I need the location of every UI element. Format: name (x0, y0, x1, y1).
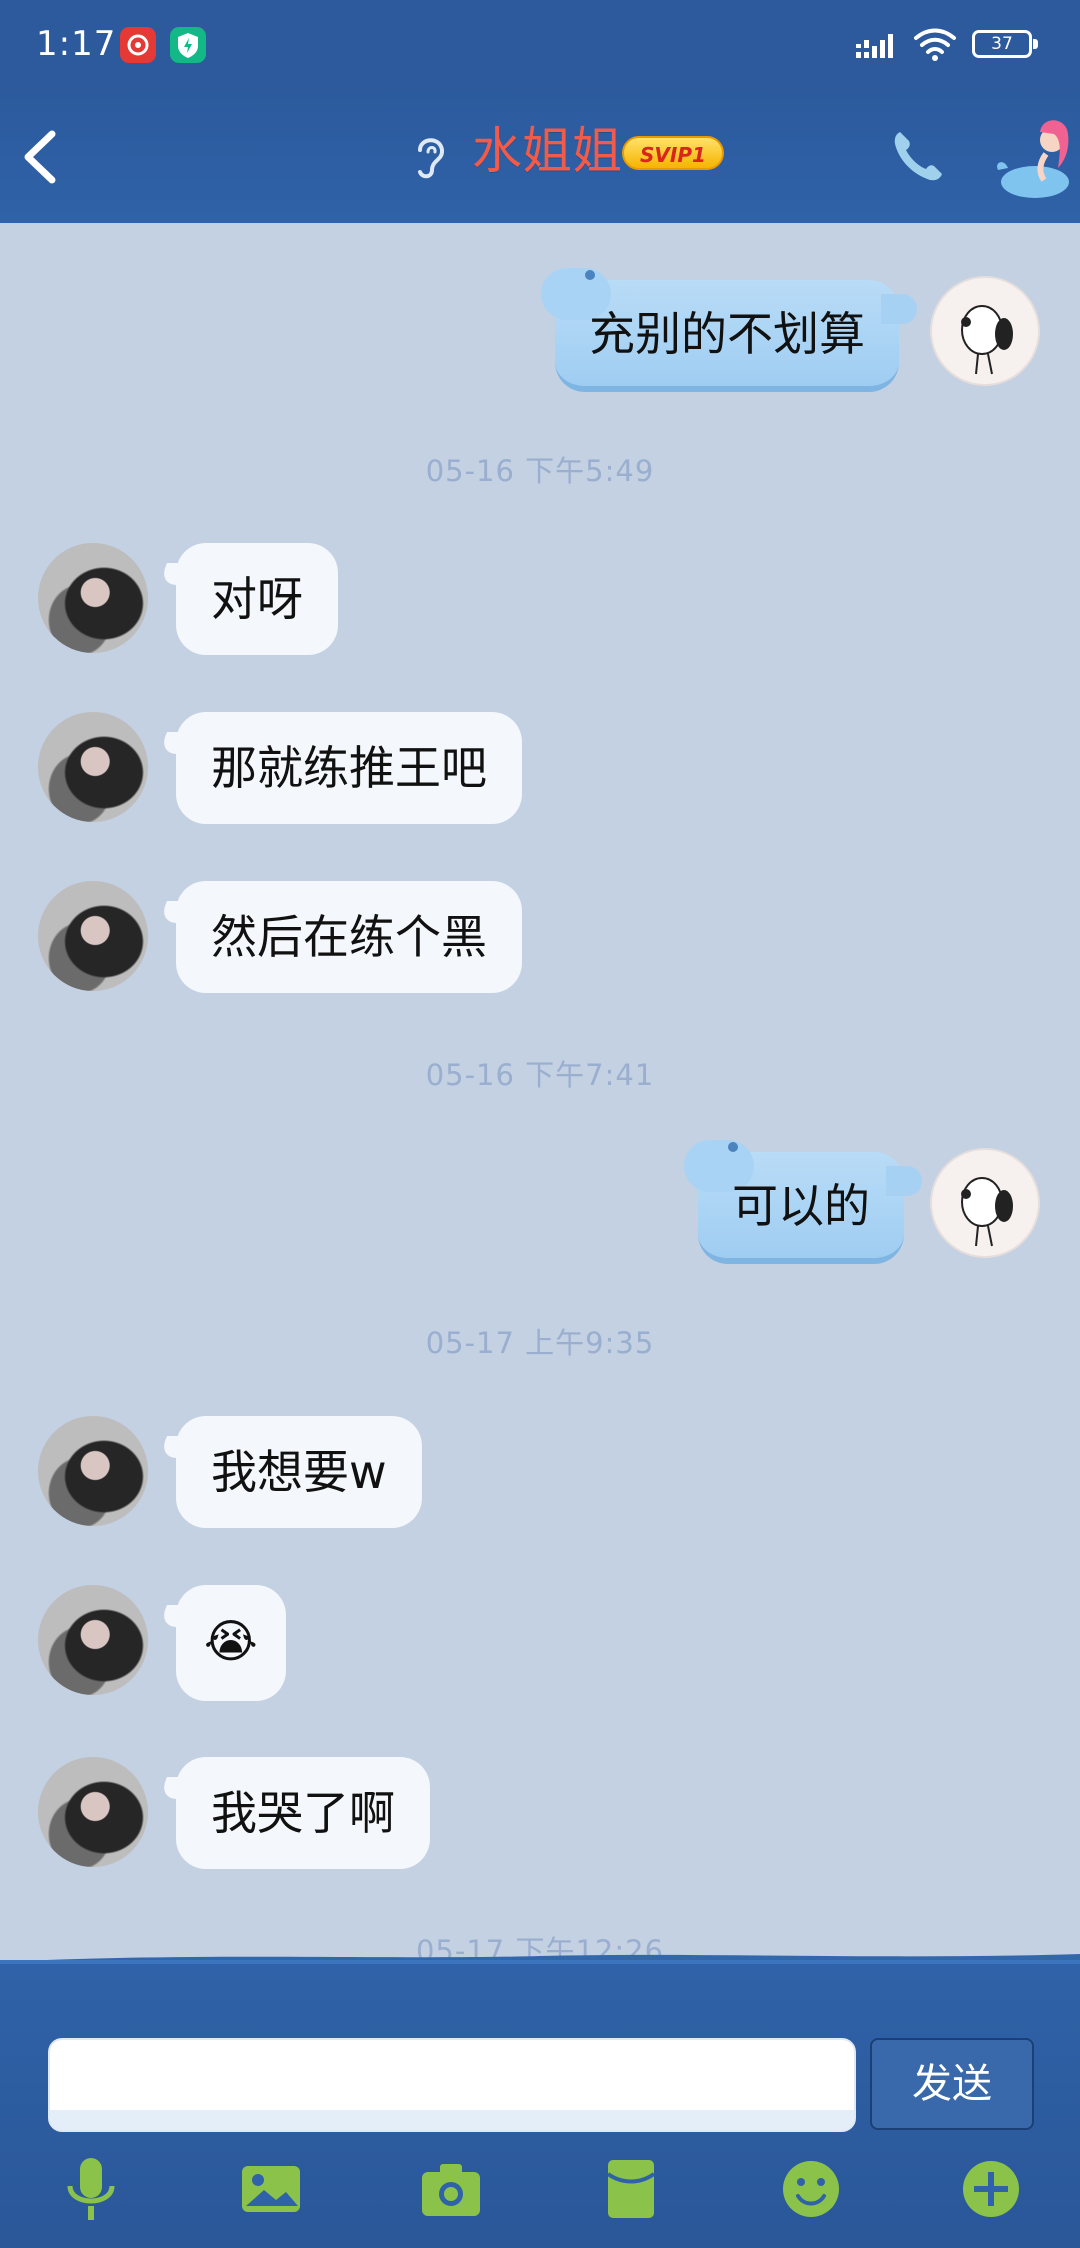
timestamp: 05-17 上午9:35 (425, 1326, 655, 1360)
camera-icon[interactable] (416, 2154, 486, 2224)
mermaid-theme-icon[interactable] (990, 110, 1080, 210)
message-text: 对呀 (211, 572, 303, 626)
svip-badge: SVIP1 (622, 136, 724, 170)
message-list[interactable]: 充别的不划算 05-16 下午5:49 对呀 那就练推王吧 然后在练个黑 05-… (0, 223, 1080, 1968)
composer-bar: 发送 (0, 1960, 1080, 2248)
snoopy-avatar-icon (961, 305, 1013, 375)
chat-header: 水姐姐 SVIP1 (0, 88, 1080, 223)
contact-avatar[interactable] (38, 1585, 148, 1695)
message-text: 我想要w (211, 1445, 387, 1499)
message-bubble-in[interactable]: 😭 (176, 1585, 286, 1701)
phone-call-button[interactable] (886, 124, 950, 188)
phone-icon (894, 132, 942, 181)
contact-avatar[interactable] (38, 1416, 148, 1526)
wifi-icon (914, 28, 956, 61)
back-button[interactable] (14, 122, 74, 192)
timestamp: 05-16 下午5:49 (425, 454, 655, 488)
message-bubble-in[interactable]: 然后在练个黑 (176, 881, 522, 993)
message-bubble-out[interactable]: 充别的不划算 (541, 268, 917, 392)
contact-avatar[interactable] (38, 543, 148, 653)
message-text: 那就练推王吧 (211, 741, 487, 795)
timestamp: 05-16 下午7:41 (425, 1058, 655, 1092)
crying-emoji: 😭 (204, 1614, 258, 1668)
message-bubble-in[interactable]: 我哭了啊 (176, 1757, 430, 1869)
battery-indicator: 37 (972, 30, 1038, 58)
send-button[interactable]: 发送 (870, 2038, 1034, 2130)
message-text: 我哭了啊 (211, 1786, 395, 1840)
plus-icon[interactable] (956, 2154, 1026, 2224)
security-app-icon (170, 27, 206, 63)
my-avatar[interactable] (930, 1148, 1040, 1258)
back-arrow-icon (24, 130, 56, 184)
music-app-icon (120, 27, 156, 63)
contact-avatar[interactable] (38, 881, 148, 991)
microphone-icon[interactable] (56, 2154, 126, 2224)
battery-level: 37 (991, 34, 1013, 54)
contact-avatar[interactable] (38, 1757, 148, 1867)
emoji-icon[interactable] (776, 2154, 846, 2224)
my-avatar[interactable] (930, 276, 1040, 386)
contact-name[interactable]: 水姐姐 (472, 116, 622, 186)
status-time: 1:17 (36, 24, 117, 64)
contact-avatar[interactable] (38, 712, 148, 822)
message-text: 然后在练个黑 (211, 910, 487, 964)
status-bar: 1:17 37 (0, 0, 1080, 88)
message-bubble-in[interactable]: 对呀 (176, 543, 338, 655)
message-bubble-out[interactable]: 可以的 (684, 1140, 922, 1264)
message-text: 充别的不划算 (589, 307, 865, 361)
message-bubble-in[interactable]: 那就练推王吧 (176, 712, 522, 824)
ear-icon (418, 138, 445, 179)
red-packet-icon[interactable] (596, 2154, 666, 2224)
signal-icon (856, 34, 893, 58)
message-input[interactable] (48, 2038, 856, 2132)
snoopy-avatar-icon (961, 1177, 1013, 1247)
image-icon[interactable] (236, 2154, 306, 2224)
message-text: 可以的 (732, 1179, 870, 1233)
message-bubble-in[interactable]: 我想要w (176, 1416, 422, 1528)
